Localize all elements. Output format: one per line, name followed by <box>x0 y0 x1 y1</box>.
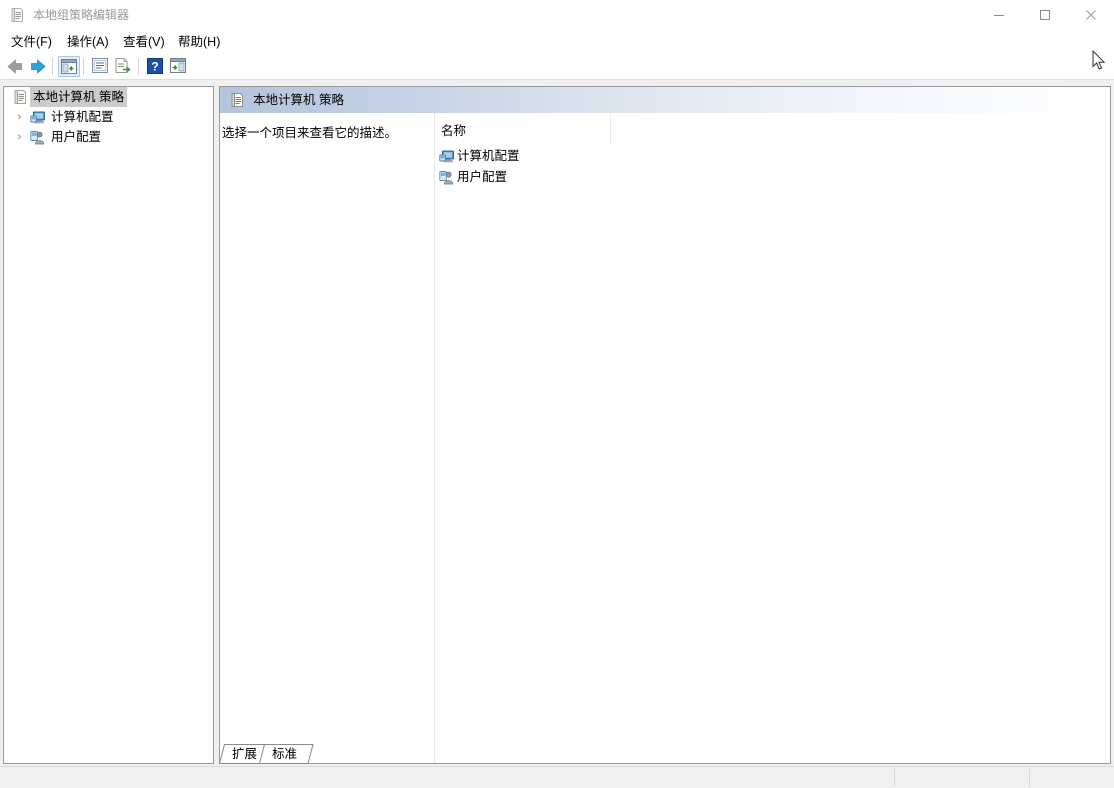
user-config-icon <box>439 169 455 185</box>
tab-label: 标准 <box>272 747 298 761</box>
toolbar-separator <box>138 58 139 75</box>
status-separator <box>1029 769 1030 786</box>
list-item-label: 用户配置 <box>457 170 508 184</box>
tree-item-local-computer-policy[interactable]: 本地计算机 策略 <box>4 87 213 107</box>
console-document-icon <box>12 89 28 105</box>
details-pane-header: 本地计算机 策略 <box>220 87 1110 113</box>
tree-item-user-configuration[interactable]: › 用户配置 <box>4 127 213 147</box>
window-title: 本地组策略编辑器 <box>33 8 130 22</box>
svg-text:?: ? <box>151 60 158 74</box>
menu-view[interactable]: 查看(V) <box>118 33 170 51</box>
item-list-panel[interactable]: 名称 计算机配置 用户配置 <box>436 113 1110 763</box>
forward-arrow-icon[interactable] <box>27 56 49 77</box>
details-pane: 本地计算机 策略 选择一个项目来查看它的描述。 名称 计算机配置 用户配置 <box>219 86 1111 764</box>
status-cell-tertiary <box>1037 770 1107 786</box>
console-document-icon <box>9 7 25 23</box>
export-list-icon[interactable] <box>112 56 134 77</box>
description-text: 选择一个项目来查看它的描述。 <box>222 126 398 140</box>
properties-icon[interactable] <box>89 56 111 77</box>
tab-standard[interactable]: 标准 <box>259 744 314 764</box>
column-header-name[interactable]: 名称 <box>441 123 466 140</box>
description-panel: 选择一个项目来查看它的描述。 <box>220 113 435 763</box>
chevron-right-icon[interactable]: › <box>14 127 25 147</box>
status-separator <box>894 769 895 786</box>
menu-file[interactable]: 文件(F) <box>6 33 57 51</box>
status-cell-main <box>8 770 878 786</box>
computer-config-icon <box>439 148 455 164</box>
maximize-button[interactable] <box>1022 0 1068 30</box>
menu-help[interactable]: 帮助(H) <box>173 33 225 51</box>
tree-item-label: 计算机配置 <box>51 110 114 124</box>
status-cell-secondary <box>902 770 1022 786</box>
tree-item-label: 用户配置 <box>51 130 102 144</box>
minimize-button[interactable] <box>976 0 1022 30</box>
tree-item-label: 本地计算机 策略 <box>30 87 127 107</box>
tab-label: 扩展 <box>232 747 258 761</box>
toolbar: ? <box>0 53 1114 80</box>
column-divider[interactable] <box>610 113 611 144</box>
view-tabstrip: 扩展 标准 <box>219 744 1111 764</box>
close-button[interactable] <box>1068 0 1114 30</box>
local-group-policy-editor-window: 本地组策略编辑器 文件(F) 操作(A) 查看(V) 帮助(H) ? 本地计算机… <box>0 0 1114 788</box>
user-config-icon <box>30 129 46 145</box>
menu-action[interactable]: 操作(A) <box>62 33 114 51</box>
computer-config-icon <box>30 109 46 125</box>
help-icon[interactable]: ? <box>144 56 166 77</box>
show-hide-action-pane-icon[interactable] <box>167 56 189 77</box>
title-bar[interactable]: 本地组策略编辑器 <box>0 0 1114 31</box>
console-document-icon <box>229 92 245 108</box>
toolbar-separator <box>52 58 53 75</box>
show-hide-console-tree-icon[interactable] <box>58 56 80 77</box>
list-item-label: 计算机配置 <box>457 149 520 163</box>
page-title: 本地计算机 策略 <box>253 93 344 107</box>
status-bar <box>0 766 1114 788</box>
chevron-right-icon[interactable]: › <box>14 107 25 127</box>
tree-item-computer-configuration[interactable]: › 计算机配置 <box>4 107 213 127</box>
toolbar-separator <box>83 58 84 75</box>
back-arrow-icon[interactable] <box>4 56 26 77</box>
console-tree-pane[interactable]: 本地计算机 策略 › 计算机配置 › 用户配置 <box>3 86 214 764</box>
menu-bar: 文件(F) 操作(A) 查看(V) 帮助(H) <box>0 30 1114 53</box>
